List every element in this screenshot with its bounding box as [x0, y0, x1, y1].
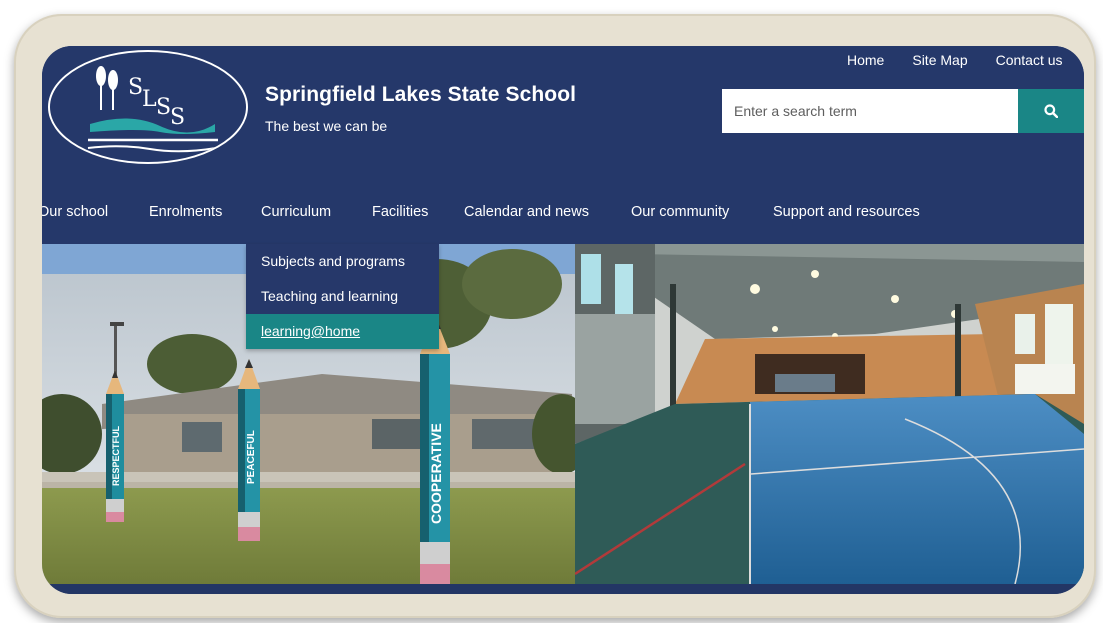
search-button[interactable] — [1018, 89, 1084, 133]
tree-icon — [96, 66, 118, 110]
school-name[interactable]: Springfield Lakes State School — [265, 83, 576, 107]
dropdown-item-learning-at-home[interactable]: learning@home — [246, 314, 439, 349]
nav-item-enrolments[interactable]: Enrolments — [149, 204, 222, 220]
utility-link-home[interactable]: Home — [847, 52, 884, 68]
svg-text:S: S — [128, 75, 143, 100]
svg-text:S: S — [170, 105, 185, 130]
search-input[interactable] — [722, 89, 1018, 133]
pencil-sculpture-respectful: RESPECTFUL — [106, 370, 124, 522]
school-motto: The best we can be — [265, 118, 388, 134]
svg-text:S: S — [156, 95, 171, 120]
svg-text:RESPECTFUL: RESPECTFUL — [111, 425, 121, 486]
school-website: S L S S Springfield Lakes State School T… — [42, 46, 1084, 594]
hero-photo-sports-hall — [575, 244, 1084, 584]
dropdown-item-subjects-and-programs[interactable]: Subjects and programs — [246, 244, 439, 279]
nav-item-our-school[interactable]: Our school — [42, 204, 108, 220]
nav-item-facilities[interactable]: Facilities — [372, 204, 428, 220]
nav-item-calendar-and-news[interactable]: Calendar and news — [464, 204, 589, 220]
curriculum-dropdown-menu: Subjects and programs Teaching and learn… — [246, 244, 439, 349]
dropdown-item-teaching-and-learning[interactable]: Teaching and learning — [246, 279, 439, 314]
site-header: S L S S Springfield Lakes State School T… — [42, 46, 1084, 244]
school-logo[interactable]: S L S S — [48, 50, 248, 164]
svg-text:COOPERATIVE: COOPERATIVE — [428, 423, 444, 524]
hero-banner: RESPECTFUL PEACEFUL COOPERATIVE — [42, 244, 1084, 584]
search-icon — [1044, 104, 1058, 118]
nav-item-our-community[interactable]: Our community — [631, 204, 729, 220]
pencil-sculpture-peaceful: PEACEFUL — [238, 359, 260, 541]
nav-item-curriculum[interactable]: Curriculum — [261, 204, 331, 220]
svg-text:PEACEFUL: PEACEFUL — [246, 430, 257, 484]
hero-bottom-bar — [42, 584, 1084, 594]
utility-link-contact-us[interactable]: Contact us — [996, 52, 1063, 68]
nav-item-support-and-resources[interactable]: Support and resources — [773, 204, 920, 220]
svg-text:L: L — [142, 87, 157, 112]
pencil-sculpture-cooperative: COOPERATIVE — [420, 316, 450, 584]
utility-nav: Home Site Map Contact us — [847, 52, 1084, 68]
utility-link-site-map[interactable]: Site Map — [912, 52, 967, 68]
